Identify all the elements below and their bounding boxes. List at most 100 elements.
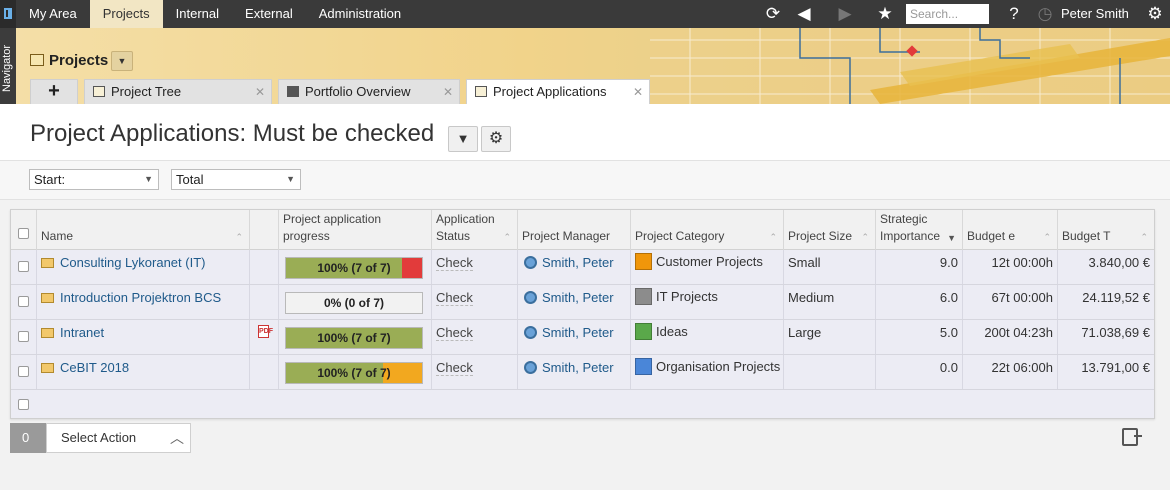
manager-cell: Smith, Peter (518, 250, 631, 284)
project-name-link[interactable]: CeBIT 2018 (41, 360, 129, 375)
budget-t-cell: 3.840,00 € (1058, 250, 1154, 284)
user-name[interactable]: Peter Smith (1061, 0, 1129, 28)
close-icon[interactable]: ✕ (255, 80, 265, 104)
category-cell: IT Projects (631, 285, 784, 319)
strategic-importance: 6.0 (939, 290, 958, 305)
project-name: CeBIT 2018 (60, 360, 130, 375)
app-logo[interactable] (0, 0, 16, 28)
page-title: Project Applications: Must be checked (30, 120, 435, 147)
table-row[interactable]: CeBIT 2018 100% (7 of 7) Check Smith, Peter… (11, 355, 1154, 390)
chevron-down-icon[interactable]: ▼ (111, 51, 133, 71)
category-cell: Customer Projects (631, 250, 784, 284)
budget-e-cell: 67t 00:00h (963, 285, 1058, 319)
menu-item-my-area[interactable]: My Area (16, 0, 90, 28)
select-all-checkbox[interactable] (18, 228, 29, 239)
tab-project-tree[interactable]: Project Tree ✕ (84, 79, 272, 104)
user-icon (524, 291, 537, 304)
refresh-icon[interactable]: ⟳ (759, 0, 787, 28)
export-icon[interactable] (1122, 428, 1142, 446)
status-cell: Check (432, 285, 518, 319)
stopwatch-icon[interactable]: ◷ (1031, 0, 1059, 28)
project-manager-link[interactable]: Smith, Peter (524, 255, 614, 270)
row-checkbox[interactable] (18, 261, 29, 272)
project-name-link[interactable]: Intranet (41, 325, 104, 340)
project-manager-link[interactable]: Smith, Peter (524, 290, 614, 305)
project-category: Ideas (656, 324, 688, 339)
row-checkbox[interactable] (18, 366, 29, 377)
section-title-text: Projects (49, 52, 109, 69)
chevron-down-icon[interactable]: ▼ (448, 126, 478, 152)
category-color-swatch (635, 358, 652, 375)
navigator-sidebar[interactable]: Navigator (0, 28, 16, 104)
table-row[interactable]: Introduction Projektron BCS 0% (0 of 7) Ch… (11, 285, 1154, 320)
row-checkbox[interactable] (18, 296, 29, 307)
project-name-link[interactable]: Consulting Lykoranet (IT) (41, 255, 205, 270)
menu-item-projects[interactable]: Projects (89, 0, 163, 28)
project-name-link[interactable]: Introduction Projektron BCS (41, 290, 221, 305)
menu-item-external[interactable]: External (232, 0, 306, 28)
sort-icon: ⌃ (861, 232, 869, 242)
project-size: Large (788, 325, 822, 340)
tab-project-applications[interactable]: Project Applications ✕ (466, 79, 650, 105)
column-header-budget-t[interactable]: Budget T ⌃ (1058, 210, 1154, 250)
total-select-value: Total (176, 172, 204, 187)
star-icon[interactable]: ★ (871, 0, 899, 28)
arrow-right-icon[interactable]: ▶ (831, 0, 859, 28)
size-cell (784, 355, 876, 389)
importance-cell: 5.0 (876, 320, 963, 354)
projects-icon (30, 54, 44, 66)
project-manager-link[interactable]: Smith, Peter (524, 360, 614, 375)
sort-icon: ⌃ (769, 232, 777, 242)
column-header-size[interactable]: Project Size ⌃ (784, 210, 876, 250)
add-tab-button[interactable]: + (30, 79, 78, 104)
tab-label: Portfolio Overview (305, 84, 411, 99)
application-status[interactable]: Check (436, 290, 473, 306)
table-row[interactable]: Consulting Lykoranet (IT) 100% (7 of 7) Ch… (11, 250, 1154, 285)
project-tree-icon (93, 86, 105, 97)
section-title: Projects (30, 52, 108, 69)
search-input[interactable] (906, 4, 989, 24)
pdf-icon[interactable]: PDF (258, 325, 273, 338)
size-cell: Large (784, 320, 876, 354)
application-status[interactable]: Check (436, 255, 473, 271)
row-checkbox[interactable] (18, 331, 29, 342)
total-select[interactable]: Total ▼ (171, 169, 301, 190)
project-name: Introduction Projektron BCS (60, 290, 222, 305)
importance-cell: 6.0 (876, 285, 963, 319)
folder-icon (41, 328, 54, 338)
tab-portfolio-overview[interactable]: Portfolio Overview ✕ (278, 79, 460, 104)
application-status[interactable]: Check (436, 360, 473, 376)
name-cell: Introduction Projektron BCS (37, 285, 250, 319)
project-manager-link[interactable]: Smith, Peter (524, 325, 614, 340)
application-status[interactable]: Check (436, 325, 473, 341)
column-header-progress[interactable]: Project application progress (279, 210, 432, 250)
menu-item-internal[interactable]: Internal (163, 0, 232, 28)
arrow-left-icon[interactable]: ◀ (790, 0, 818, 28)
folder-icon (287, 86, 299, 97)
progress-label: 100% (7 of 7) (317, 331, 391, 345)
column-header-status[interactable]: Application Status ⌃ (432, 210, 518, 250)
question-icon[interactable]: ? (1000, 0, 1028, 28)
column-header-importance[interactable]: Strategic Importance ▼ (876, 210, 963, 250)
column-header-name[interactable]: Name ⌃ (37, 210, 250, 250)
manager-cell: Smith, Peter (518, 355, 631, 389)
attachment-cell (250, 250, 279, 284)
column-header-budget-e[interactable]: Budget e ⌃ (963, 210, 1058, 250)
budget-t: 3.840,00 € (1088, 255, 1150, 270)
close-icon[interactable]: ✕ (633, 80, 643, 104)
progress-cell: 100% (7 of 7) (279, 250, 432, 284)
select-action-dropdown[interactable]: Select Action ︿ (46, 423, 191, 453)
column-header-category[interactable]: Project Category ⌃ (631, 210, 784, 250)
menu-item-administration[interactable]: Administration (306, 0, 414, 28)
column-header-manager[interactable]: Project Manager (518, 210, 631, 250)
row-checkbox[interactable] (18, 399, 29, 410)
budget-e-cell: 12t 00:00h (963, 250, 1058, 284)
close-icon[interactable]: ✕ (443, 80, 453, 104)
start-select[interactable]: Start: ▼ (29, 169, 159, 190)
project-manager-name: Smith, Peter (542, 290, 614, 305)
gear-icon[interactable]: ⚙ (481, 126, 511, 152)
folder-icon (41, 258, 54, 268)
gear-icon[interactable]: ⚙ (1141, 0, 1169, 28)
table-row[interactable]: Intranet PDF 100% (7 of 7) Check Smith, Pete… (11, 320, 1154, 355)
category-cell: Organisation Projects (631, 355, 784, 389)
